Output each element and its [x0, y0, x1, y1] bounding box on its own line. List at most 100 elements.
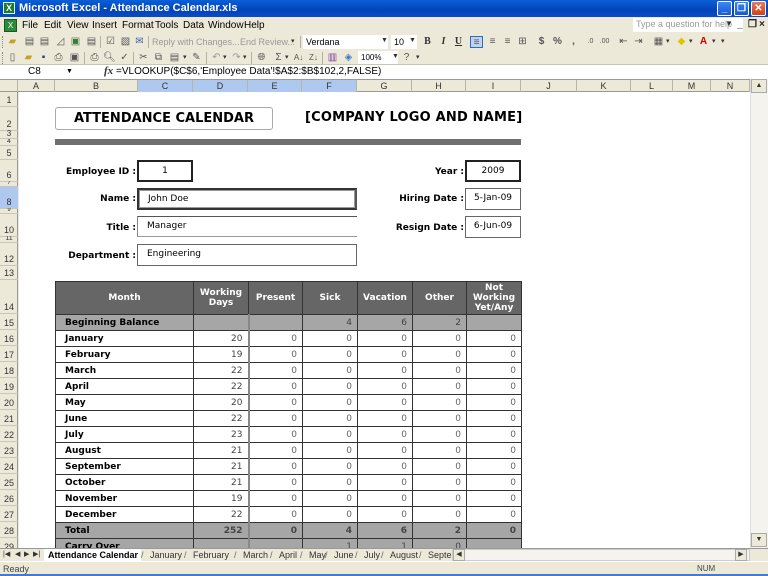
sick-cell[interactable]: 0	[302, 394, 358, 411]
borders-icon[interactable]: ▦	[652, 36, 665, 48]
format-painter-icon[interactable]: ✎	[190, 52, 203, 64]
close-button[interactable]: ✕	[751, 1, 766, 16]
cut-icon[interactable]: ✂	[137, 52, 150, 64]
present-cell[interactable]: 0	[248, 442, 303, 459]
menu-edit[interactable]: Edit	[44, 20, 61, 31]
working-days-cell[interactable]: 21	[193, 458, 250, 475]
other-cell[interactable]: 0	[412, 474, 467, 491]
column-header-n[interactable]: N	[711, 80, 750, 92]
row-header[interactable]: 23	[0, 442, 18, 458]
present-cell[interactable]: 0	[248, 506, 303, 523]
vacation-cell[interactable]: 0	[357, 490, 413, 507]
last-sheet-icon[interactable]: ▶|	[33, 550, 40, 558]
align-right-icon[interactable]: ≡	[501, 36, 514, 48]
sheet-tab[interactable]: January	[146, 549, 184, 561]
row-header[interactable]: 12	[0, 243, 18, 266]
present-cell[interactable]: 0	[248, 474, 303, 491]
working-days-cell[interactable]: 21	[193, 474, 250, 491]
toolbar-grip[interactable]	[2, 52, 5, 64]
sick-cell[interactable]: 4	[302, 522, 358, 539]
not-working-cell[interactable]: 0	[466, 346, 522, 363]
not-working-cell[interactable]: 0	[466, 522, 522, 539]
sheet-tab[interactable]: July	[360, 549, 381, 561]
department-field[interactable]: Engineering	[137, 244, 357, 266]
header-sick[interactable]: Sick	[302, 281, 358, 315]
name-box-dropdown-icon[interactable]: ▼	[66, 68, 73, 75]
row-header[interactable]: 24	[0, 458, 18, 474]
row-header[interactable]: 22	[0, 426, 18, 442]
toolbar-options-icon[interactable]: ▾	[416, 53, 420, 61]
other-cell[interactable]: 0	[412, 458, 467, 475]
resign-date-field[interactable]: 6-Jun-09	[465, 216, 521, 238]
header-working-days[interactable]: Working Days	[193, 281, 249, 315]
spelling-icon[interactable]: ✓	[118, 52, 131, 64]
print-icon[interactable]: ⎙	[88, 52, 101, 64]
decrease-decimal-icon[interactable]: .00	[598, 36, 611, 48]
new-file-icon[interactable]: ▯	[6, 52, 19, 64]
header-present[interactable]: Present	[248, 281, 303, 315]
column-header-e[interactable]: E	[248, 80, 302, 92]
row-header[interactable]: 28	[0, 522, 18, 538]
vacation-cell[interactable]: 0	[357, 394, 413, 411]
scroll-left-icon[interactable]: ◀	[453, 549, 465, 561]
row-header[interactable]: 2	[0, 107, 18, 131]
reply-with-changes-button[interactable]: Reply with Changes...	[152, 37, 240, 47]
chart-wizard-icon[interactable]: ▥	[326, 52, 339, 64]
vacation-cell[interactable]: 0	[357, 330, 413, 347]
scroll-right-icon[interactable]: ▶	[735, 549, 747, 561]
comma-button[interactable]: ,	[567, 36, 580, 48]
working-days-cell[interactable]: 23	[193, 426, 250, 443]
vacation-cell[interactable]: 0	[357, 442, 413, 459]
column-header-h[interactable]: H	[412, 80, 466, 92]
present-cell[interactable]: 0	[248, 346, 303, 363]
month-cell[interactable]: September	[55, 458, 194, 475]
column-header-b[interactable]: B	[55, 80, 138, 92]
sick-cell[interactable]: 0	[302, 474, 358, 491]
doc-close-button[interactable]: ×	[759, 19, 765, 30]
other-cell[interactable]: 0	[412, 362, 467, 379]
month-cell[interactable]: December	[55, 506, 194, 523]
row-header[interactable]: 20	[0, 394, 18, 410]
menu-insert[interactable]: Insert	[92, 20, 117, 31]
help-dropdown-icon[interactable]: ▼	[725, 19, 733, 28]
font-color-icon[interactable]: A	[697, 36, 710, 48]
redo-icon[interactable]: ↷	[230, 52, 243, 64]
not-working-cell[interactable]: 0	[466, 490, 522, 507]
prev-sheet-icon[interactable]: ◀	[15, 550, 20, 558]
workbook-icon[interactable]: X	[4, 19, 17, 32]
row-header[interactable]: 4	[0, 139, 18, 146]
hiring-date-field[interactable]: 5-Jan-09	[465, 188, 521, 210]
column-header-f[interactable]: F	[302, 80, 357, 92]
menu-file[interactable]: File	[22, 20, 38, 31]
other-cell[interactable]: 0	[412, 442, 467, 459]
font-name-select[interactable]: Verdana	[303, 35, 388, 49]
italic-button[interactable]: I	[437, 36, 450, 48]
vacation-cell[interactable]: 0	[357, 506, 413, 523]
column-header-d[interactable]: D	[193, 80, 248, 92]
column-header-c[interactable]: C	[138, 80, 193, 92]
present-cell[interactable]: 0	[248, 490, 303, 507]
working-days-cell[interactable]: 20	[193, 330, 250, 347]
row-header-selected[interactable]: 8	[0, 187, 18, 209]
fill-color-icon[interactable]: ◆	[675, 36, 688, 48]
month-cell[interactable]: August	[55, 442, 194, 459]
redo-dropdown-icon[interactable]: ▾	[243, 53, 247, 61]
doc-restore-button[interactable]: ❐	[748, 19, 757, 30]
sheet-tab[interactable]: June	[330, 549, 355, 561]
toolbar-options-icon[interactable]: ▾	[291, 37, 295, 45]
other-cell[interactable]: 2	[412, 314, 467, 331]
not-working-cell[interactable]: 0	[466, 474, 522, 491]
row-header[interactable]: 5	[0, 146, 18, 160]
employee-id-field[interactable]: 1	[137, 160, 193, 182]
toolbar-options-icon[interactable]: ▾	[721, 37, 725, 45]
paste-icon[interactable]: ▤	[168, 52, 181, 64]
working-days-cell[interactable]	[193, 314, 250, 331]
sick-cell[interactable]: 0	[302, 378, 358, 395]
menu-format[interactable]: Format	[122, 20, 154, 31]
zoom-dropdown-icon[interactable]: ▼	[392, 53, 399, 60]
vacation-cell[interactable]: 0	[357, 474, 413, 491]
sick-cell[interactable]: 0	[302, 346, 358, 363]
sick-cell[interactable]: 0	[302, 506, 358, 523]
header-vacation[interactable]: Vacation	[357, 281, 413, 315]
working-days-cell[interactable]: 20	[193, 394, 250, 411]
